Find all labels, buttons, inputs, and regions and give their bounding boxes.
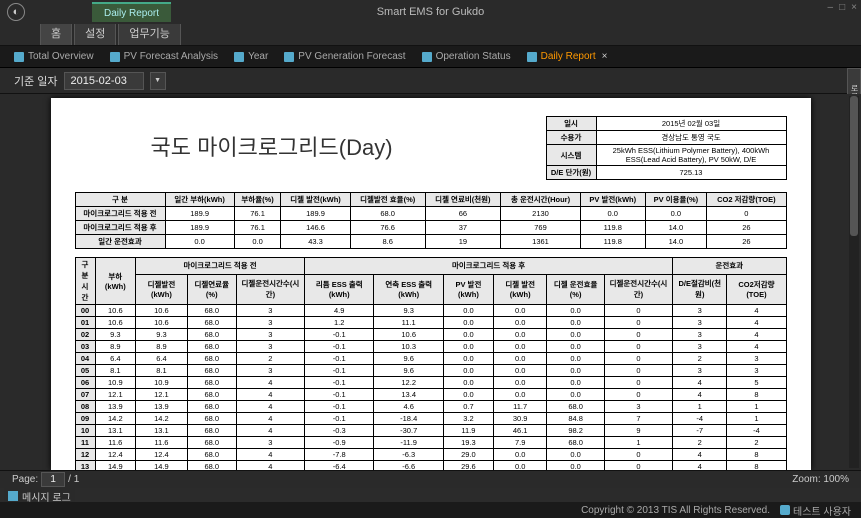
page-total: / 1 [68,474,79,485]
col-header: 부하 (kWh) [95,258,136,305]
tab-icon [284,52,294,62]
meta-value: 2015년 02월 03일 [596,117,786,131]
table-row: 058.18.168.03-0.19.60.00.00.0033 [75,365,786,377]
hourly-table: 구 분 시 간부하 (kWh)마이크로그리드 적용 전마이크로그리드 적용 후운… [75,257,787,470]
table-row: 1111.611.668.03-0.9-11.919.37.968.0122 [75,437,786,449]
table-row: 마이크로그리드 적용 전189.976.1189.968.06621300.00… [75,207,786,221]
meta-head: 수용가 [546,131,596,145]
summary-table: 구 분일간 부하(kWh)부하율(%)디젤 발전(kWh)디젤발전 효율(%)디… [75,192,787,249]
report-viewer: 국도 마이크로그리드(Day) 일시2015년 02월 03일수용가경상남도 통… [0,94,861,470]
tab-year[interactable]: Year [226,47,276,67]
group-header: 마이크로그리드 적용 후 [305,258,673,275]
maximize-button[interactable]: □ [839,2,845,13]
table-row: 0010.610.668.034.99.30.00.00.0034 [75,305,786,317]
col-header: PV 이용율(%) [645,193,707,207]
copyright: Copyright © 2013 TIS All Rights Reserved… [581,505,770,516]
col-header: 연축 ESS 출력(kWh) [374,274,443,304]
col-header: 디젤발전 효율(%) [350,193,425,207]
meta-head: 일시 [546,117,596,131]
user-icon [780,505,790,515]
meta-value: 25kWh ESS(Lithium Polymer Battery), 400k… [596,145,786,166]
meta-value: 725.13 [596,166,786,180]
tab-icon [234,52,244,62]
col-header: 구 분 [75,193,165,207]
table-row: 일간 운전효과0.00.043.38.6191361119.814.026 [75,235,786,249]
table-row: 1314.914.968.04-6.4-6.629.60.00.0048 [75,461,786,471]
date-input[interactable] [64,72,144,90]
group-header: 마이크로그리드 적용 전 [136,258,305,275]
tab-operation-status[interactable]: Operation Status [414,47,519,67]
col-header: 디젤발전(kWh) [136,274,188,304]
logo-icon: ◐ [7,3,25,21]
col-header: 디젤운전시간수(시간) [236,274,304,304]
close-icon[interactable]: × [602,51,608,62]
tab-pv-forecast[interactable]: PV Forecast Analysis [102,47,226,67]
minimize-button[interactable]: – [828,2,834,13]
meta-head: 시스템 [546,145,596,166]
zoom-label: Zoom: 100% [792,474,849,485]
col-header: 리튬 ESS 출력(kWh) [305,274,374,304]
close-button[interactable]: × [851,2,857,13]
tab-daily-report[interactable]: Daily Report× [519,47,616,67]
table-row: 1212.412.468.04-7.8-6.329.00.00.0048 [75,449,786,461]
date-dropdown-button[interactable]: ▼ [150,72,166,90]
meta-value: 경상남도 통영 국도 [596,131,786,145]
table-row: 029.39.368.03-0.110.60.00.00.0034 [75,329,786,341]
table-row: 0914.214.268.04-0.1-18.43.230.984.87-41 [75,413,786,425]
group-header: 운전효과 [673,258,786,275]
tab-icon [527,52,537,62]
col-header: CO2 저감량(TOE) [707,193,786,207]
log-icon [8,491,18,501]
date-label: 기준 일자 [14,73,58,89]
report-title: 국도 마이크로그리드(Day) [151,130,393,162]
col-header: 디젤 발전(kWh) [493,274,547,304]
table-row: 046.46.468.02-0.19.60.00.00.0023 [75,353,786,365]
table-row: 마이크로그리드 적용 후189.976.1146.676.637769119.8… [75,221,786,235]
table-row: 038.98.968.03-0.110.30.00.00.0034 [75,341,786,353]
menu-bar: 홈 설정 업무기능 [0,24,861,46]
col-header: 부하율(%) [234,193,281,207]
col-header: 디젤 연료비(천원) [425,193,500,207]
meta-table: 일시2015년 02월 03일수용가경상남도 통영 국도시스템25kWh ESS… [546,116,787,180]
col-header: CO2저감량(TOE) [727,274,786,304]
app-title: Smart EMS for Gukdo [377,6,485,18]
page-label: Page: [12,474,38,485]
status-bar: Page: / 1 Zoom: 100% [0,470,861,488]
app-logo: ◐ [4,0,28,24]
toolbar: 기준 일자 ▼ [0,68,861,94]
page-input[interactable] [41,472,65,487]
col-header: 디젤연료율(%) [187,274,236,304]
tab-icon [14,52,24,62]
table-row: 0712.112.168.04-0.113.40.00.00.0048 [75,389,786,401]
tab-total-overview[interactable]: Total Overview [6,47,102,67]
title-tab: Daily Report [92,2,171,22]
meta-head: D/E 단가(원) [546,166,596,180]
user-display[interactable]: 테스트 사용자 [780,503,851,518]
footer: Copyright © 2013 TIS All Rights Reserved… [0,502,861,518]
window-controls: – □ × [828,2,857,13]
title-bar: ◐ Daily Report Smart EMS for Gukdo – □ × [0,0,861,24]
tab-pv-gen-forecast[interactable]: PV Generation Forecast [276,47,413,67]
vertical-scrollbar[interactable] [849,96,859,468]
col-header: D/E절감비(천원) [673,274,727,304]
col-header: 디젤운전시간수(시간) [604,274,672,304]
col-header: PV 발전(kWh) [443,274,493,304]
report-page: 국도 마이크로그리드(Day) 일시2015년 02월 03일수용가경상남도 통… [51,98,811,470]
col-header: 디젤 발전(kWh) [281,193,350,207]
table-row: 0110.610.668.031.211.10.00.00.0034 [75,317,786,329]
document-tabs: Total Overview PV Forecast Analysis Year… [0,46,861,68]
table-row: 0813.913.968.04-0.14.60.711.768.0311 [75,401,786,413]
col-header: 디젤 운전효율(%) [547,274,604,304]
table-row: 1013.113.168.04-0.3-30.711.946.198.29-7-… [75,425,786,437]
table-row: 0610.910.968.04-0.112.20.00.00.0045 [75,377,786,389]
col-header: 총 운전시간(Hour) [501,193,581,207]
tab-icon [422,52,432,62]
col-header: 구 분 시 간 [75,258,95,305]
col-header: PV 발전(kWh) [581,193,646,207]
tab-icon [110,52,120,62]
scroll-thumb[interactable] [850,96,858,236]
col-header: 일간 부하(kWh) [165,193,234,207]
